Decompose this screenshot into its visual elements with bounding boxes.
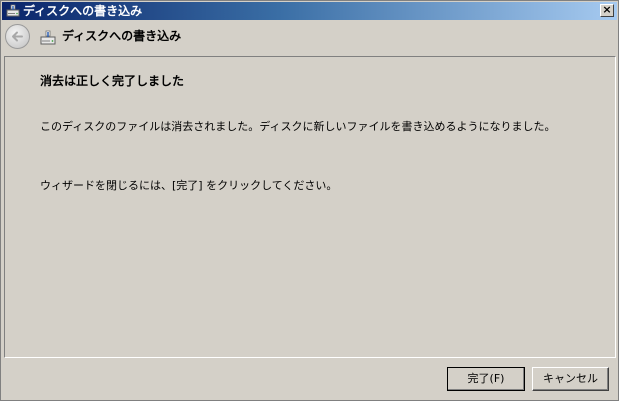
close-icon: × xyxy=(602,3,612,16)
back-button[interactable] xyxy=(5,24,30,49)
cancel-button[interactable]: キャンセル xyxy=(532,367,609,391)
wizard-header: ディスクへの書き込み xyxy=(2,20,617,54)
window-title: ディスクへの書き込み xyxy=(23,4,143,18)
completion-heading: 消去は正しく完了しました xyxy=(40,74,185,88)
wizard-window: ディスクへの書き込み × ディスクへの書き込み 消去は正しく完了しました このデ… xyxy=(0,0,619,401)
disc-drive-icon xyxy=(5,3,21,19)
wizard-content-panel: 消去は正しく完了しました このディスクのファイルは消去されました。ディスクに新し… xyxy=(4,56,616,358)
close-button[interactable]: × xyxy=(600,4,614,17)
close-instructions-message: ウィザードを閉じるには、[完了] をクリックしてください。 xyxy=(40,179,338,192)
disc-drive-icon xyxy=(39,29,57,47)
wizard-title: ディスクへの書き込み xyxy=(62,29,182,43)
erase-complete-message: このディスクのファイルは消去されました。ディスクに新しいファイルを書き込めるよう… xyxy=(40,120,556,133)
finish-button[interactable]: 完了(F) xyxy=(447,367,525,391)
title-bar[interactable]: ディスクへの書き込み × xyxy=(2,2,617,20)
back-arrow-icon xyxy=(12,31,23,42)
